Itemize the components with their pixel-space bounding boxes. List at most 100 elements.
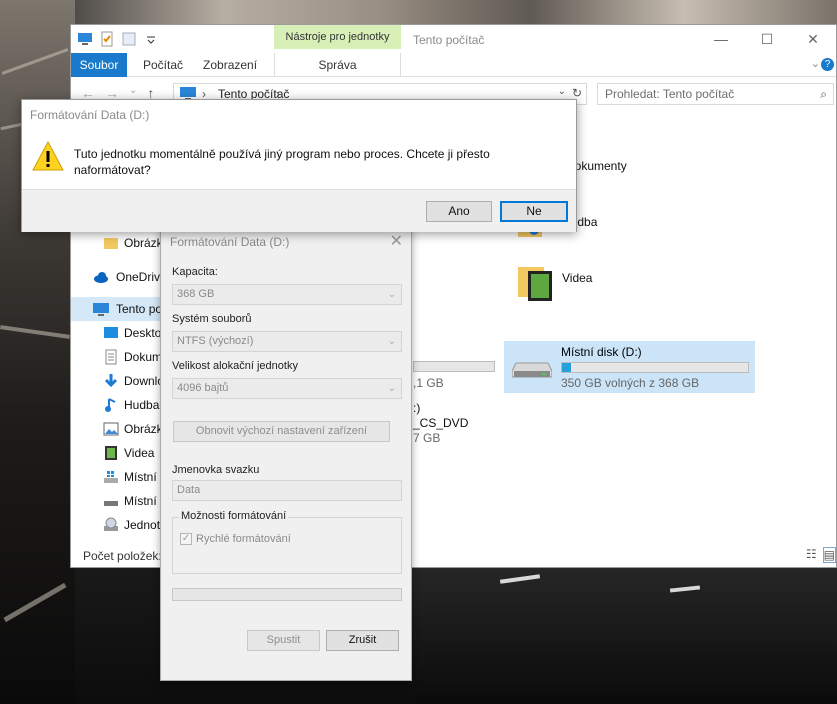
tab-computer[interactable]: Počítač: [135, 53, 191, 77]
dvd-label-fragment: _CS_DVD: [413, 416, 469, 430]
properties-icon[interactable]: [99, 31, 115, 47]
close-icon[interactable]: ✕: [390, 231, 403, 251]
address-dropdown-icon[interactable]: ⌄: [558, 86, 566, 97]
sidebar-item-pictures-quick[interactable]: Obrázky: [71, 231, 163, 255]
documents-icon: [105, 349, 117, 365]
pictures-icon: [103, 422, 119, 436]
sidebar-item-label: Místní disk: [124, 494, 163, 508]
warning-icon: [32, 140, 64, 171]
chevron-down-icon: ⌄: [387, 383, 396, 394]
drive-icon: [104, 501, 118, 506]
maximize-button[interactable]: ☐: [744, 25, 790, 53]
navigation-pane: Obrázky OneDrive Tento počítač Desktop D…: [71, 231, 163, 537]
capacity-label: Kapacita:: [172, 266, 218, 278]
start-button[interactable]: Spustit: [247, 630, 320, 651]
drive-usage-fill: [562, 363, 572, 372]
checkbox-check-icon: ✓: [180, 533, 192, 545]
sidebar-item-music[interactable]: Hudba: [71, 393, 163, 417]
filesystem-value: NTFS (výchozí): [177, 335, 254, 347]
yes-button[interactable]: Ano: [426, 201, 492, 222]
dvd-letter-fragment: :): [413, 401, 421, 415]
drive-free-space: 350 GB volných z 368 GB: [561, 376, 700, 390]
onedrive-icon: [94, 272, 108, 283]
tiles-view-icon[interactable]: ▤: [822, 547, 836, 563]
sidebar-item-local-disk-d[interactable]: Místní disk: [71, 489, 163, 513]
sidebar-item-this-pc[interactable]: Tento počítač: [71, 297, 163, 321]
sidebar-item-label: Hudba: [124, 398, 160, 412]
drive-label: Místní disk (D:): [561, 345, 642, 359]
sidebar-item-label: Desktop: [124, 326, 163, 340]
dvd-drive-icon: [104, 517, 118, 531]
search-input[interactable]: Prohledat: Tento počítač ⌕: [597, 83, 834, 105]
sidebar-item-label: Downloads: [124, 374, 163, 388]
capacity-select[interactable]: 368 GB ⌄: [172, 284, 402, 305]
sidebar-item-label: Videa: [124, 446, 155, 460]
filesystem-label: Systém souborů: [172, 313, 252, 325]
quick-format-checkbox[interactable]: ✓ Rychlé formátování: [180, 533, 291, 545]
chevron-down-icon: ⌄: [387, 289, 396, 300]
volume-label-caption: Jmenovka svazku: [172, 464, 260, 476]
allocation-select[interactable]: 4096 bajtů ⌄: [172, 378, 402, 399]
sidebar-item-local-disk-c[interactable]: Místní disk: [71, 465, 163, 489]
sidebar-item-dvd-drive[interactable]: Jednotka: [71, 513, 163, 537]
folder-videos[interactable]: Videa: [516, 267, 593, 301]
chevron-down-icon[interactable]: [143, 31, 159, 47]
sidebar-item-documents[interactable]: Dokumenty: [71, 345, 163, 369]
restore-defaults-button[interactable]: Obnovit výchozí nastavení zařízení: [173, 421, 390, 442]
sidebar-item-videos[interactable]: Videa: [71, 441, 163, 465]
message-text: Tuto jednotku momentálně používá jiný pr…: [74, 147, 490, 177]
allocation-label: Velikost alokační jednotky: [172, 360, 298, 372]
desktop-icon: [104, 327, 118, 338]
quick-access-toolbar: [77, 31, 159, 47]
sidebar-item-downloads[interactable]: Downloads: [71, 369, 163, 393]
volume-label-input[interactable]: Data: [172, 480, 402, 501]
drive-usage-bar: [561, 362, 749, 373]
download-icon: [104, 374, 118, 388]
message-box-footer: Ano Ne: [22, 189, 576, 232]
ribbon-expand-icon[interactable]: ⌄: [811, 57, 820, 70]
drive-c-bar-fragment: [413, 361, 495, 372]
cancel-button[interactable]: Zrušit: [326, 630, 399, 651]
sidebar-item-pictures[interactable]: Obrázky: [71, 417, 163, 441]
minimize-button[interactable]: —: [698, 25, 744, 53]
filesystem-select[interactable]: NTFS (výchozí) ⌄: [172, 331, 402, 352]
sidebar-item-label: Dokumenty: [124, 350, 163, 364]
format-options-group: Možnosti formátování ✓ Rychlé formátován…: [172, 510, 402, 574]
explorer-titlebar: Nástroje pro jednotky Tento počítač — ☐ …: [71, 25, 836, 53]
ribbon-tabs: Soubor Počítač Zobrazení Správa: [71, 53, 836, 77]
pc-icon: [93, 303, 109, 316]
window-controls: — ☐ ✕: [698, 25, 836, 53]
window-title: Tento počítač: [413, 33, 485, 47]
search-icon[interactable]: ⌕: [820, 87, 827, 102]
no-button[interactable]: Ne: [500, 201, 568, 222]
format-progress-bar: [172, 588, 402, 601]
sidebar-item-onedrive[interactable]: OneDrive: [71, 265, 163, 289]
details-view-icon[interactable]: ☷: [806, 547, 817, 563]
allocation-value: 4096 bajtů: [177, 382, 229, 394]
pc-icon[interactable]: [77, 31, 93, 47]
sidebar-item-label: OneDrive: [116, 270, 163, 284]
tab-file[interactable]: Soubor: [71, 53, 127, 77]
message-box-title: Formátování Data (D:): [30, 108, 150, 122]
format-dialog: Formátování Data (D:) ✕ Kapacita: 368 GB…: [160, 228, 412, 681]
wallpaper-top-strip: [70, 0, 837, 24]
video-icon: [105, 446, 117, 460]
tab-manage[interactable]: Správa: [274, 53, 401, 77]
sidebar-item-label: Tento počítač: [116, 302, 163, 316]
tab-view[interactable]: Zobrazení: [195, 53, 265, 77]
refresh-icon[interactable]: ↻: [572, 86, 582, 100]
help-icon[interactable]: ?: [821, 58, 834, 71]
windows-drive-icon: [104, 471, 118, 483]
new-folder-icon[interactable]: [121, 31, 137, 47]
sidebar-item-desktop[interactable]: Desktop: [71, 321, 163, 345]
chevron-down-icon: ⌄: [387, 336, 396, 347]
format-options-label: Možnosti formátování: [179, 510, 289, 522]
folder-label: Videa: [562, 271, 593, 285]
capacity-value: 368 GB: [177, 288, 215, 300]
status-bar-count: Počet položek:: [83, 549, 162, 563]
drive-d-tile[interactable]: Místní disk (D:) 350 GB volných z 368 GB: [504, 341, 755, 393]
drive-icon: [512, 362, 552, 378]
close-button[interactable]: ✕: [790, 25, 836, 53]
dvd-size-fragment: 7 GB: [413, 431, 441, 445]
wallpaper-road: [410, 567, 837, 704]
